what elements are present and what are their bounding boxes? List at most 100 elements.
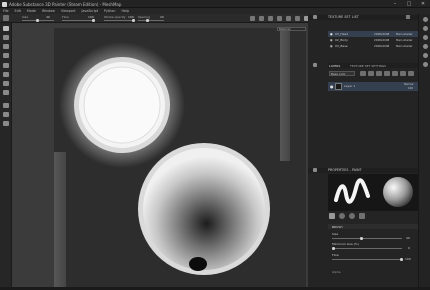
brush-section-header[interactable]: BRUSH xyxy=(328,224,418,229)
menu-python[interactable]: Python xyxy=(104,9,115,13)
color-picker-icon[interactable] xyxy=(3,90,9,95)
texture-set-row[interactable]: ● 03_Base 2048x2048 Main shader xyxy=(328,43,418,49)
selection-icon[interactable] xyxy=(3,103,9,108)
add-folder-icon[interactable] xyxy=(392,71,398,76)
flow-label: Flow xyxy=(62,14,69,19)
texture-set-list-icon xyxy=(313,15,317,19)
3d-canvas[interactable] xyxy=(54,28,306,290)
particles-tab-icon[interactable] xyxy=(359,213,365,219)
properties-header: PROPERTIES - PAINT xyxy=(308,168,418,173)
menu-viewport[interactable]: Viewport xyxy=(61,9,76,13)
play-icon[interactable] xyxy=(250,16,255,21)
bake-icon[interactable] xyxy=(3,121,9,126)
min-size-value[interactable]: 0 xyxy=(408,246,410,250)
brush-section-title: BRUSH xyxy=(332,224,343,229)
layer-opacity[interactable]: 100 xyxy=(408,87,413,90)
menu-window[interactable]: Window xyxy=(42,9,55,13)
add-effect-icon[interactable] xyxy=(384,71,390,76)
flow-prop-value[interactable]: 100 xyxy=(405,257,411,261)
size-label: Size xyxy=(22,14,29,19)
window-title: Adobe Substance 3D Painter (Steam Editio… xyxy=(9,1,122,7)
spacing-value[interactable]: 20 xyxy=(160,15,164,19)
minimize-button[interactable]: – xyxy=(388,0,402,8)
menu-help[interactable]: Help xyxy=(121,9,129,13)
brush-icon[interactable] xyxy=(3,26,9,31)
spacing-label: Spacing xyxy=(138,14,150,19)
texture-set-shader[interactable]: Main shader xyxy=(396,43,413,49)
add-layer-icon[interactable] xyxy=(360,71,366,76)
clone-icon[interactable] xyxy=(3,72,9,77)
size-value[interactable]: 40 xyxy=(46,15,50,19)
channel-dropdown[interactable]: Base color xyxy=(329,71,355,76)
right-dock-strip xyxy=(418,14,430,290)
smudge-icon[interactable] xyxy=(3,63,9,68)
texture-set-name: 03_Base xyxy=(335,44,348,48)
menu-javascript[interactable]: JavaScript xyxy=(82,9,99,13)
texture-set-list-header: TEXTURE SET LIST xyxy=(308,15,418,20)
brush-size-label: Size xyxy=(332,232,339,236)
texture-set-menu-icon[interactable] xyxy=(406,15,410,19)
mesh-render xyxy=(54,31,290,290)
flow-value[interactable]: 100 xyxy=(88,15,94,19)
flow-prop-label: Flow xyxy=(332,253,339,257)
delete-layer-icon[interactable] xyxy=(408,71,414,76)
camera-icon[interactable] xyxy=(259,16,264,21)
viewport[interactable]: Material xyxy=(12,23,319,290)
brush-preview xyxy=(328,174,418,211)
viewport-mode-dropdown[interactable]: Material xyxy=(277,27,306,31)
menu-edit[interactable]: Edit xyxy=(15,9,21,13)
layers-tabbar: LAYERS TEXTURE SET SETTINGS xyxy=(328,63,418,68)
geometry-fill-icon[interactable] xyxy=(3,53,9,58)
min-size-slider[interactable] xyxy=(332,247,402,250)
flow-slider[interactable] xyxy=(62,19,95,22)
symmetry-icon[interactable] xyxy=(277,16,282,21)
size-slider[interactable] xyxy=(22,19,54,22)
duplicate-icon[interactable] xyxy=(400,71,406,76)
brush-preset-icon[interactable] xyxy=(3,15,9,21)
fill-icon[interactable] xyxy=(3,81,9,86)
layer-name[interactable]: Layer 1 xyxy=(344,84,355,88)
left-toolbar xyxy=(0,23,12,287)
tab-layers[interactable]: LAYERS xyxy=(329,64,340,68)
layer-thumbnail xyxy=(335,83,342,90)
stroke-preview xyxy=(334,177,413,207)
stencil-tab-icon[interactable] xyxy=(349,213,355,219)
screenshot-icon[interactable] xyxy=(295,16,300,21)
texture-set-resolution: 2048x2048 xyxy=(374,44,390,48)
layer-blend-mode[interactable]: Normal xyxy=(404,83,413,86)
tab-texture-set-settings[interactable]: TEXTURE SET SETTINGS xyxy=(350,64,386,68)
brush-size-slider[interactable] xyxy=(332,237,402,240)
add-mask-icon[interactable] xyxy=(376,71,382,76)
texture-set-dock-icon[interactable] xyxy=(422,17,428,22)
layer-visibility-icon[interactable]: ● xyxy=(330,84,334,89)
maximize-button[interactable]: □ xyxy=(402,0,416,8)
layers-dock-icon[interactable] xyxy=(422,26,428,31)
alpha-section-label[interactable]: Alpha xyxy=(332,270,341,274)
grid-icon[interactable] xyxy=(268,16,273,21)
stroke-opacity-label: Stroke opacity xyxy=(104,14,126,19)
brush-tab-icon[interactable] xyxy=(329,213,335,219)
texture-set-eye-icon[interactable]: ● xyxy=(330,43,333,49)
layer-row[interactable]: ● Layer 1 Normal 100 xyxy=(328,82,418,91)
material-tab-icon[interactable] xyxy=(339,213,345,219)
stroke-opacity-value[interactable]: 100 xyxy=(128,15,134,19)
display-settings-icon[interactable] xyxy=(422,53,428,58)
add-fill-layer-icon[interactable] xyxy=(368,71,374,76)
app-logo-icon xyxy=(2,1,7,7)
brush-size-value[interactable]: 40 xyxy=(406,236,410,240)
menu-file[interactable]: File xyxy=(3,9,9,13)
projection-icon[interactable] xyxy=(3,44,9,49)
transform-icon[interactable] xyxy=(3,112,9,117)
shelf-dock-icon[interactable] xyxy=(422,44,428,49)
properties-dock-icon[interactable] xyxy=(422,35,428,40)
shader-settings-icon[interactable] xyxy=(422,62,428,67)
render-icon[interactable] xyxy=(286,16,291,21)
eraser-icon[interactable] xyxy=(3,35,9,40)
close-button[interactable]: ✕ xyxy=(416,0,430,8)
spacing-slider[interactable] xyxy=(138,19,164,22)
stroke-opacity-slider[interactable] xyxy=(104,19,135,22)
layers-panel-icon xyxy=(313,63,317,67)
menu-mode[interactable]: Mode xyxy=(27,9,36,13)
min-size-label: Minimum size (%) xyxy=(332,242,359,246)
flow-prop-slider[interactable] xyxy=(332,258,403,261)
